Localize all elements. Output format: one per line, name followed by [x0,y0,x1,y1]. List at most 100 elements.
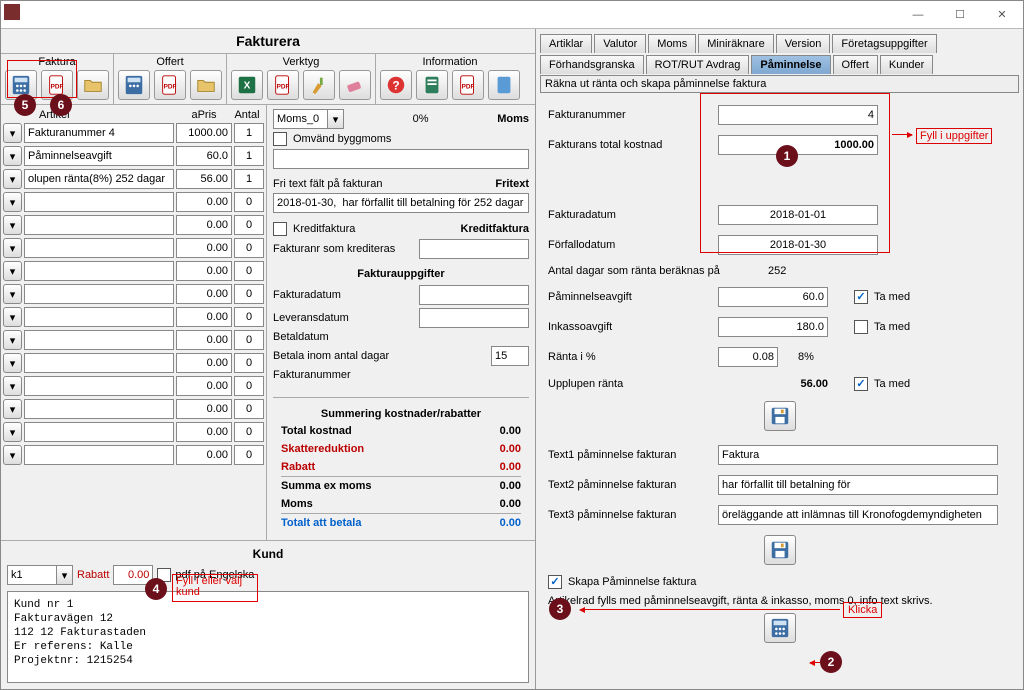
line-antal-input[interactable] [234,284,264,304]
info-pdf-button[interactable]: PDF [452,70,484,100]
r-t1-input[interactable] [718,445,998,465]
line-apris-input[interactable] [176,445,232,465]
doc-button[interactable] [416,70,448,100]
tab-valutor[interactable]: Valutor [594,34,646,53]
line-antal-input[interactable] [234,123,264,143]
line-apris-input[interactable] [176,353,232,373]
fupp-leverans-input[interactable] [419,308,529,328]
line-drop-button[interactable]: ▾ [3,445,22,465]
close-button[interactable]: ✕ [981,2,1023,28]
fritext-input[interactable] [273,193,529,213]
line-artikel-input[interactable] [24,399,174,419]
line-apris-input[interactable] [176,123,232,143]
line-apris-input[interactable] [176,422,232,442]
tab-version[interactable]: Version [776,34,831,53]
line-apris-input[interactable] [176,169,232,189]
line-artikel-input[interactable] [24,146,174,166]
line-drop-button[interactable]: ▾ [3,238,22,258]
chevron-down-icon[interactable]: ▾ [57,565,73,585]
minimize-button[interactable]: — [897,2,939,28]
line-drop-button[interactable]: ▾ [3,376,22,396]
line-apris-input[interactable] [176,307,232,327]
tab-kunder[interactable]: Kunder [880,55,933,74]
line-artikel-input[interactable] [24,192,174,212]
line-artikel-input[interactable] [24,284,174,304]
offert-open-button[interactable] [190,70,222,100]
r-uppl-tamed-chk[interactable] [854,377,868,391]
line-artikel-input[interactable] [24,330,174,350]
line-drop-button[interactable]: ▾ [3,192,22,212]
skapa-checkbox[interactable] [548,575,562,589]
fupp-betalainom-input[interactable] [491,346,529,366]
tab-f-rhandsgranska[interactable]: Förhandsgranska [540,55,644,74]
r-t2-input[interactable] [718,475,998,495]
chevron-down-icon[interactable]: ▾ [328,109,344,129]
line-antal-input[interactable] [234,422,264,442]
info-misc-button[interactable] [488,70,520,100]
help-button[interactable]: ? [380,70,412,100]
line-artikel-input[interactable] [24,238,174,258]
brush-button[interactable] [303,70,335,100]
line-drop-button[interactable]: ▾ [3,123,22,143]
line-artikel-input[interactable] [24,376,174,396]
line-apris-input[interactable] [176,330,232,350]
line-apris-input[interactable] [176,399,232,419]
line-drop-button[interactable]: ▾ [3,215,22,235]
faktura-open-button[interactable] [77,70,109,100]
line-drop-button[interactable]: ▾ [3,284,22,304]
kreditfaktura-checkbox[interactable] [273,222,287,236]
tab-p-minnelse[interactable]: Påminnelse [751,55,830,74]
line-antal-input[interactable] [234,146,264,166]
r-ranta-input[interactable] [718,347,778,367]
line-drop-button[interactable]: ▾ [3,399,22,419]
line-apris-input[interactable] [176,238,232,258]
line-artikel-input[interactable] [24,215,174,235]
r-t3-input[interactable] [718,505,998,525]
pdf-tool-button[interactable]: PDF [267,70,299,100]
line-artikel-input[interactable] [24,353,174,373]
tab-f-retagsuppgifter[interactable]: Företagsuppgifter [832,34,936,53]
line-antal-input[interactable] [234,192,264,212]
tab-artiklar[interactable]: Artiklar [540,34,592,53]
kund-select[interactable]: ▾ [7,565,73,585]
line-artikel-input[interactable] [24,261,174,281]
kredit-fnr-input[interactable] [419,239,529,259]
line-drop-button[interactable]: ▾ [3,146,22,166]
line-artikel-input[interactable] [24,422,174,442]
line-apris-input[interactable] [176,284,232,304]
line-artikel-input[interactable] [24,307,174,327]
line-drop-button[interactable]: ▾ [3,330,22,350]
line-artikel-input[interactable] [24,123,174,143]
offert-calc-button[interactable] [118,70,150,100]
r-ink-input[interactable] [718,317,828,337]
tab-moms[interactable]: Moms [648,34,696,53]
line-antal-input[interactable] [234,238,264,258]
moms-combo-value[interactable] [273,109,328,129]
line-antal-input[interactable] [234,399,264,419]
save-button-2[interactable] [764,535,796,565]
fupp-fakturadatum-input[interactable] [419,285,529,305]
line-drop-button[interactable]: ▾ [3,169,22,189]
excel-button[interactable]: X [231,70,263,100]
kund-text[interactable]: Kund nr 1 Fakturavägen 12 112 12 Faktura… [7,591,529,683]
line-antal-input[interactable] [234,353,264,373]
tab-rot-rut-avdrag[interactable]: ROT/RUT Avdrag [646,55,750,74]
line-drop-button[interactable]: ▾ [3,307,22,327]
line-antal-input[interactable] [234,445,264,465]
line-antal-input[interactable] [234,169,264,189]
line-drop-button[interactable]: ▾ [3,422,22,442]
line-drop-button[interactable]: ▾ [3,353,22,373]
moms-extra-input[interactable] [273,149,529,169]
line-apris-input[interactable] [176,376,232,396]
save-button-1[interactable] [764,401,796,431]
r-ink-tamed-chk[interactable] [854,320,868,334]
line-antal-input[interactable] [234,215,264,235]
r-pamin-input[interactable] [718,287,828,307]
maximize-button[interactable]: ☐ [939,2,981,28]
line-apris-input[interactable] [176,215,232,235]
line-antal-input[interactable] [234,376,264,396]
omvand-byggmoms-checkbox[interactable] [273,132,287,146]
line-antal-input[interactable] [234,307,264,327]
moms-combo[interactable]: ▾ [273,109,344,129]
line-antal-input[interactable] [234,330,264,350]
